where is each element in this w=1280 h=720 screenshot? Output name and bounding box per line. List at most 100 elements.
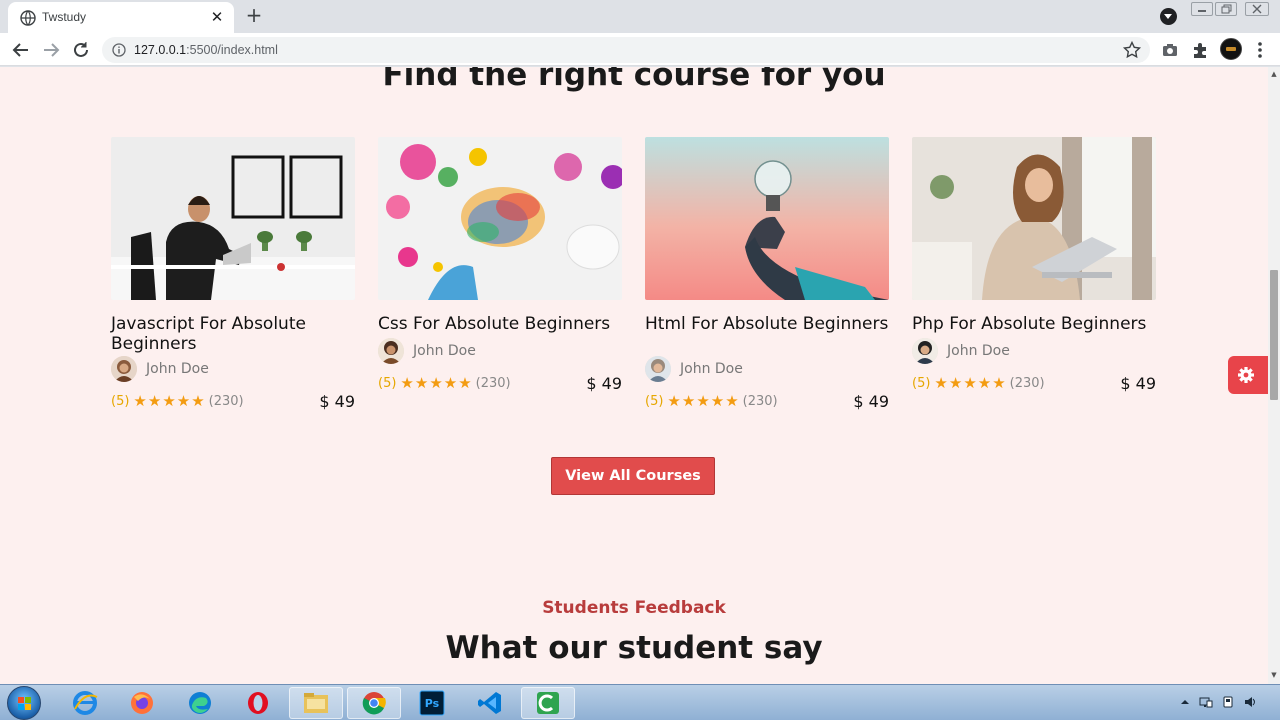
avatar — [111, 356, 137, 382]
back-arrow-icon[interactable] — [10, 39, 32, 61]
rating-value: (5) — [645, 393, 664, 409]
woman-with-laptop-image — [912, 137, 1156, 300]
edge-taskbar-item[interactable] — [173, 687, 227, 719]
course-title[interactable]: Html For Absolute Beginners — [645, 314, 889, 354]
lightbulb-hand-image — [645, 137, 889, 300]
new-tab-button[interactable]: + — [244, 5, 264, 25]
url-path: :5500/index.html — [186, 43, 278, 57]
course-title[interactable]: Php For Absolute Beginners — [912, 314, 1156, 336]
browser-toolbar: 127.0.0.1:5500/index.html — [0, 33, 1280, 66]
rating-row: (5) ★★★★★ (230) $ 49 — [912, 372, 1156, 394]
rating-value: (5) — [111, 393, 130, 409]
tab-title: Twstudy — [42, 10, 87, 24]
camera-icon[interactable] — [1161, 41, 1179, 59]
internet-explorer-icon — [73, 691, 98, 715]
course-price: $ 49 — [1120, 373, 1156, 393]
reload-icon[interactable] — [70, 39, 92, 61]
start-button[interactable] — [7, 686, 41, 720]
teacher-name: John Doe — [146, 361, 209, 377]
forward-arrow-icon[interactable] — [40, 39, 62, 61]
url-text: 127.0.0.1:5500/index.html — [134, 43, 278, 57]
minimize-icon — [1198, 10, 1206, 12]
teacher-avatar-image — [378, 338, 404, 364]
chrome-taskbar-item[interactable] — [347, 687, 401, 719]
file-explorer-taskbar-item[interactable] — [289, 687, 343, 719]
rating-stars-icon: ★★★★★ — [400, 374, 473, 392]
globe-icon — [20, 10, 36, 26]
course-price: $ 49 — [586, 373, 622, 393]
show-hidden-icons-arrow-icon[interactable] — [1178, 695, 1192, 709]
extensions-puzzle-icon[interactable] — [1191, 41, 1209, 59]
rating-row: (5) ★★★★★ (230) $ 49 — [111, 390, 355, 412]
bookmark-star-icon[interactable] — [1122, 40, 1142, 60]
photoshop-taskbar-item[interactable]: Ps — [405, 687, 459, 719]
avatar — [912, 338, 938, 364]
course-thumbnail-html[interactable] — [645, 137, 889, 300]
review-count: (230) — [208, 393, 244, 409]
course-thumbnail-css[interactable] — [378, 137, 622, 300]
rating-stars-icon: ★★★★★ — [133, 392, 206, 410]
minimize-button[interactable] — [1191, 2, 1213, 16]
vscode-taskbar-item[interactable] — [463, 687, 517, 719]
paint-splatter-image — [378, 137, 622, 300]
teacher: John Doe — [378, 336, 622, 366]
restore-button[interactable] — [1215, 2, 1237, 16]
page-scrollbar[interactable]: ▲ ▼ — [1268, 67, 1280, 684]
rating-value: (5) — [912, 375, 931, 391]
courses-heading: Find the right course for you — [382, 67, 886, 93]
rating-row: (5) ★★★★★ (230) $ 49 — [378, 372, 622, 394]
close-icon — [1252, 4, 1262, 14]
teacher-name: John Doe — [413, 343, 476, 359]
menu-kebab-icon[interactable] — [1252, 40, 1268, 60]
teacher-name: John Doe — [680, 361, 743, 377]
rating-stars-icon: ★★★★★ — [667, 392, 740, 410]
scrollbar-thumb[interactable] — [1270, 270, 1278, 400]
usb-device-icon[interactable] — [1221, 695, 1235, 709]
course-title[interactable]: Javascript For Absolute Beginners — [111, 314, 355, 354]
feedback-subtitle: Students Feedback — [542, 598, 726, 618]
course-title[interactable]: Css For Absolute Beginners — [378, 314, 622, 336]
browser-tab[interactable]: Twstudy ✕ — [8, 2, 234, 33]
site-info-icon[interactable] — [112, 43, 126, 57]
avatar — [645, 356, 671, 382]
review-count: (230) — [475, 375, 511, 391]
teacher: John Doe — [111, 354, 355, 384]
opera-taskbar-item[interactable] — [231, 687, 285, 719]
review-count: (230) — [1009, 375, 1045, 391]
windows-logo-icon — [18, 697, 31, 710]
profile-avatar[interactable] — [1220, 38, 1242, 60]
windows-taskbar: Ps — [0, 684, 1280, 720]
file-explorer-icon — [304, 693, 328, 713]
rating-row: (5) ★★★★★ (230) $ 49 — [645, 390, 889, 412]
page-viewport: Find the right course for you Javascript… — [0, 67, 1268, 684]
scroll-up-arrow-icon[interactable]: ▲ — [1270, 70, 1278, 78]
course-thumbnail-javascript[interactable] — [111, 137, 355, 300]
teacher-avatar-image — [111, 356, 137, 382]
opera-icon — [248, 692, 268, 714]
avatar — [378, 338, 404, 364]
camtasia-icon — [537, 692, 559, 714]
tab-search-dropdown-icon[interactable] — [1160, 8, 1177, 25]
camtasia-taskbar-item[interactable] — [521, 687, 575, 719]
teacher-avatar-image — [912, 338, 938, 364]
view-all-courses-button[interactable]: View All Courses — [551, 457, 715, 495]
course-card[interactable]: Css For Absolute Beginners John Doe (5) … — [378, 137, 622, 394]
browser-tab-strip: Twstudy ✕ + — [0, 0, 1280, 33]
firefox-taskbar-item[interactable] — [115, 687, 169, 719]
teacher: John Doe — [645, 354, 889, 384]
settings-button[interactable] — [1228, 356, 1268, 394]
address-bar[interactable]: 127.0.0.1:5500/index.html — [102, 37, 1150, 63]
edge-icon — [189, 692, 211, 714]
tab-close-icon[interactable]: ✕ — [208, 8, 226, 26]
close-window-button[interactable] — [1245, 2, 1269, 16]
volume-speaker-icon[interactable] — [1243, 695, 1257, 709]
scroll-down-arrow-icon[interactable]: ▼ — [1270, 671, 1278, 679]
course-card[interactable]: Javascript For Absolute Beginners John D… — [111, 137, 355, 412]
internet-explorer-taskbar-item[interactable] — [58, 687, 112, 719]
vscode-icon — [478, 692, 501, 714]
review-count: (230) — [742, 393, 778, 409]
course-card[interactable]: Php For Absolute Beginners John Doe (5) … — [912, 137, 1156, 394]
network-icon[interactable] — [1199, 695, 1213, 709]
course-card[interactable]: Html For Absolute Beginners John Doe (5)… — [645, 137, 889, 412]
course-thumbnail-php[interactable] — [912, 137, 1156, 300]
